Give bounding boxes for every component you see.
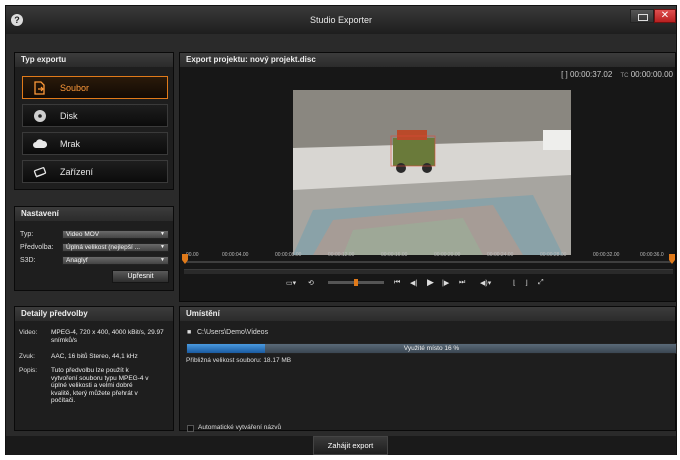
- timeline-label: 00:00:20.00: [434, 252, 461, 258]
- preset-select[interactable]: Úplná velikost (nejlepší ... ▼: [62, 243, 169, 252]
- timeline-label: 00:00:28.00: [540, 252, 567, 258]
- display-mode-icon[interactable]: ▭▾: [286, 279, 296, 287]
- disk-space-text: Využité místo 16 %: [403, 345, 460, 352]
- s3d-label: S3D:: [20, 257, 36, 264]
- volume-slider[interactable]: [328, 279, 384, 286]
- file-size-text: Přibližná velikost souboru: 18.17 MB: [186, 357, 292, 364]
- preset-details-panel: Detaily předvolby Video: MPEG-4, 720 x 4…: [14, 306, 174, 431]
- timeline-label: 00:00:08.00: [275, 252, 302, 258]
- preset-label: Předvolba:: [20, 244, 54, 251]
- timeline-label: 00:00:24.00: [487, 252, 514, 258]
- mark-out-icon[interactable]: ⌋: [525, 279, 528, 287]
- timeline-label: 00:00:32.00: [593, 252, 620, 258]
- timeline-label: 00:00:12.00: [328, 252, 355, 258]
- step-forward-icon[interactable]: |▶: [442, 279, 449, 287]
- audio-icon[interactable]: ◀)▾: [480, 279, 491, 287]
- export-file-button[interactable]: Soubor: [22, 76, 168, 99]
- fullscreen-icon[interactable]: ⤢: [538, 279, 544, 287]
- close-button[interactable]: ✕: [654, 9, 676, 23]
- chevron-down-icon: ▼: [160, 231, 165, 237]
- export-disc-button[interactable]: Disk: [22, 104, 168, 127]
- type-select-value: Video MOV: [66, 231, 100, 238]
- auto-naming-checkbox[interactable]: [187, 425, 194, 432]
- loop-icon[interactable]: ⟲: [308, 279, 314, 287]
- export-device-label: Zařízení: [60, 167, 94, 177]
- disc-icon: [34, 110, 46, 122]
- settings-panel: Nastavení Typ: Video MOV ▼ Předvolba: Úpl…: [14, 206, 174, 291]
- minimize-button[interactable]: [630, 9, 654, 23]
- timeline-label: 00:00:36.0: [640, 252, 664, 258]
- preset-details-header: Detaily předvolby: [15, 307, 173, 321]
- audio-value: AAC, 16 bitů Stereo, 44,1 kHz: [51, 353, 138, 360]
- step-back-icon[interactable]: ◀|: [410, 279, 417, 287]
- play-icon[interactable]: ▶: [427, 277, 434, 288]
- export-type-panel: Typ exportu Soubor Disk Mrak Zařízení: [14, 52, 174, 190]
- chevron-down-icon: ▼: [160, 257, 165, 263]
- chevron-down-icon: ▼: [160, 244, 165, 250]
- device-icon: [33, 167, 47, 178]
- file-export-icon: [34, 81, 45, 95]
- export-cloud-button[interactable]: Mrak: [22, 132, 168, 155]
- mark-in-icon[interactable]: ⌊: [513, 279, 516, 287]
- description-value: Tuto předvolbu lze použít k vytvoření so…: [51, 367, 149, 404]
- video-value: MPEG-4, 720 x 400, 4000 kBit/s, 29.97 sn…: [51, 329, 164, 344]
- footer-bar: Zahájit export: [6, 436, 676, 455]
- export-device-button[interactable]: Zařízení: [22, 160, 168, 183]
- skip-to-end-icon[interactable]: ⏭: [459, 279, 465, 287]
- disk-space-bar: Využité místo 16 %: [186, 343, 677, 354]
- export-cloud-label: Mrak: [60, 139, 80, 149]
- folder-icon[interactable]: ■: [187, 329, 191, 336]
- export-type-header: Typ exportu: [15, 53, 173, 67]
- preview-header: Export projektu: nový projekt.disc: [180, 53, 675, 67]
- preset-select-value: Úplná velikost (nejlepší ...: [66, 244, 141, 251]
- audio-label: Zvuk:: [19, 353, 35, 360]
- location-panel: Umístění ■ C:\Users\Demo\Videos Využité …: [179, 306, 677, 432]
- video-label: Video:: [19, 329, 38, 336]
- s3d-select[interactable]: Anaglyf ▼: [62, 256, 169, 265]
- studio-exporter-window: ? Studio Exporter ✕ Typ exportu Soubor D…: [5, 5, 677, 455]
- video-frame-image: [293, 90, 571, 255]
- title-bar: ? Studio Exporter ✕: [6, 6, 676, 34]
- duration-value: 00:00:37.02: [570, 70, 613, 79]
- window-title: Studio Exporter: [309, 15, 373, 25]
- timecode-value: 00:00:00.00: [630, 70, 673, 79]
- s3d-select-value: Anaglyf: [66, 257, 88, 264]
- volume-slider-handle[interactable]: [354, 279, 358, 286]
- refine-button[interactable]: Upřesnit: [112, 270, 169, 283]
- duration-icon: [ ]: [561, 70, 568, 79]
- description-label: Popis:: [19, 367, 38, 374]
- video-preview: [293, 90, 571, 255]
- timeline-label: 00:00:04.00: [222, 252, 249, 258]
- tc-label: TC: [620, 73, 629, 79]
- type-select[interactable]: Video MOV ▼: [62, 230, 169, 239]
- export-file-label: Soubor: [60, 83, 90, 93]
- export-disc-label: Disk: [60, 111, 78, 121]
- timecode-display: [ ] 00:00:37.02 TC 00:00:00.00: [561, 70, 673, 79]
- location-header: Umístění: [180, 307, 675, 321]
- cloud-icon: [33, 139, 47, 148]
- settings-header: Nastavení: [15, 207, 173, 221]
- timeline-label: 00:00:16.00: [381, 252, 408, 258]
- output-path[interactable]: C:\Users\Demo\Videos: [197, 329, 268, 336]
- start-export-button[interactable]: Zahájit export: [313, 436, 388, 455]
- type-label: Typ:: [20, 231, 34, 238]
- auto-naming-label: Automatické vytváření názvů: [198, 424, 282, 431]
- trim-bar[interactable]: [184, 269, 673, 274]
- skip-to-start-icon[interactable]: ⏮: [394, 279, 400, 287]
- preview-panel: Export projektu: nový projekt.disc [ ] 0…: [179, 52, 676, 302]
